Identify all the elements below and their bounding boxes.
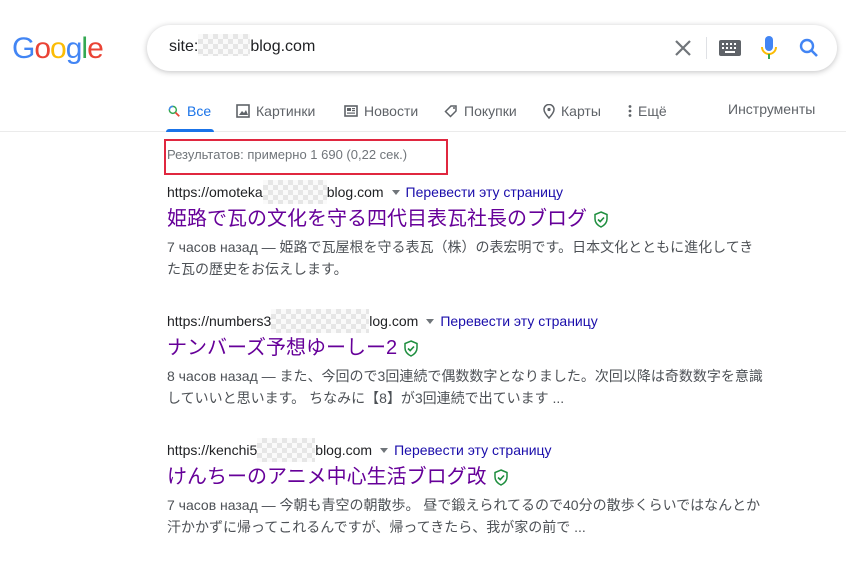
result-title-text: 姫路で瓦の文化を守る四代目表瓦社長のブログ [167,208,587,230]
logo-letter: G [12,32,35,65]
tab-label: Новости [364,103,419,119]
url-suffix: blog.com [326,184,384,200]
logo-letter: g [65,32,83,65]
url-prefix: https://omoteka [167,184,263,200]
search-result: https://omoteka blog.com Перевести эту стр… [167,180,787,280]
tools-button[interactable]: Инструменты [728,101,815,117]
url-suffix: log.com [369,313,419,329]
redacted-blur [257,438,316,462]
caret-down-icon[interactable] [380,447,389,453]
search-icon[interactable] [797,36,821,60]
logo-letter: e [87,32,104,65]
result-snippet: 7 часов назад — 姫路で瓦屋根を守る表瓦（株）の表宏明です。日本文… [167,239,754,277]
verified-shield-icon [404,339,418,357]
result-url[interactable]: https://numbers3 log.com Перевести эту стр… [167,309,787,333]
search-result: https://numbers3 log.com Перевести эту стр… [167,309,787,409]
image-icon [236,104,250,118]
result-title[interactable]: ナンバーズ予想ゆーしー2 [167,335,787,361]
tab-label: Ещё [638,103,667,119]
url-prefix: https://numbers3 [167,313,272,329]
verified-shield-icon [493,468,508,486]
more-vert-icon [628,105,632,117]
tab-label: Покупки [464,103,517,119]
url-prefix: https://kenchi5 [167,442,258,458]
url-suffix: blog.com [315,442,373,458]
active-tab-indicator [166,129,214,132]
tab-images[interactable]: Картинки [236,101,315,121]
clear-icon[interactable] [671,36,695,60]
result-url[interactable]: https://kenchi5 blog.com Перевести эту стр… [167,438,787,462]
tab-shopping[interactable]: Покупки [444,101,517,121]
map-pin-icon [543,103,555,119]
query-prefix: site: [169,38,199,56]
news-icon [344,105,358,117]
search-icon [168,105,180,117]
tab-maps[interactable]: Карты [543,101,601,121]
tag-icon [444,105,457,118]
tab-label: Карты [561,103,601,119]
caret-down-icon[interactable] [426,318,435,324]
redacted-blur [262,180,327,204]
search-input[interactable]: site: blog.com [169,34,316,56]
tab-all[interactable]: Все [167,101,211,121]
tab-label: Все [187,103,212,119]
search-divider [706,37,707,59]
query-suffix: blog.com [250,38,316,56]
caret-down-icon[interactable] [391,189,400,195]
logo-letter: o [50,32,67,65]
redacted-blur [198,34,251,56]
logo-letter: o [34,32,51,65]
search-tabs: Все Картинки Новости Покупки Карты Ещё И… [0,98,846,132]
result-title[interactable]: けんちーのアニメ中心生活ブログ改 [167,464,787,490]
translate-link[interactable]: Перевести эту страницу [394,442,551,458]
microphone-icon[interactable] [759,35,779,61]
result-snippet: 8 часов назад — また、今回ので3回連続で偶数数字となりました。次… [167,368,763,406]
result-snippet: 7 часов назад — 今朝も青空の朝散歩。 昼で鍛えられてるので40分… [167,497,761,535]
result-title[interactable]: 姫路で瓦の文化を守る四代目表瓦社長のブログ [167,206,787,232]
verified-shield-icon [594,210,608,228]
tab-news[interactable]: Новости [344,101,418,121]
search-result: https://kenchi5 blog.com Перевести эту стр… [167,438,787,538]
google-logo[interactable]: Google [12,32,104,66]
result-title-text: ナンバーズ予想ゆーしー2 [167,337,398,359]
result-title-text: けんちーのアニメ中心生活ブログ改 [167,466,487,488]
highlight-box [164,139,448,175]
result-url[interactable]: https://omoteka blog.com Перевести эту стр… [167,180,787,204]
translate-link[interactable]: Перевести эту страницу [406,184,563,200]
search-box[interactable]: site: blog.com [147,25,837,71]
tab-label: Картинки [256,103,316,119]
keyboard-icon[interactable] [719,40,741,56]
tab-more[interactable]: Ещё [628,101,667,121]
translate-link[interactable]: Перевести эту страницу [440,313,597,329]
redacted-blur [271,309,370,333]
